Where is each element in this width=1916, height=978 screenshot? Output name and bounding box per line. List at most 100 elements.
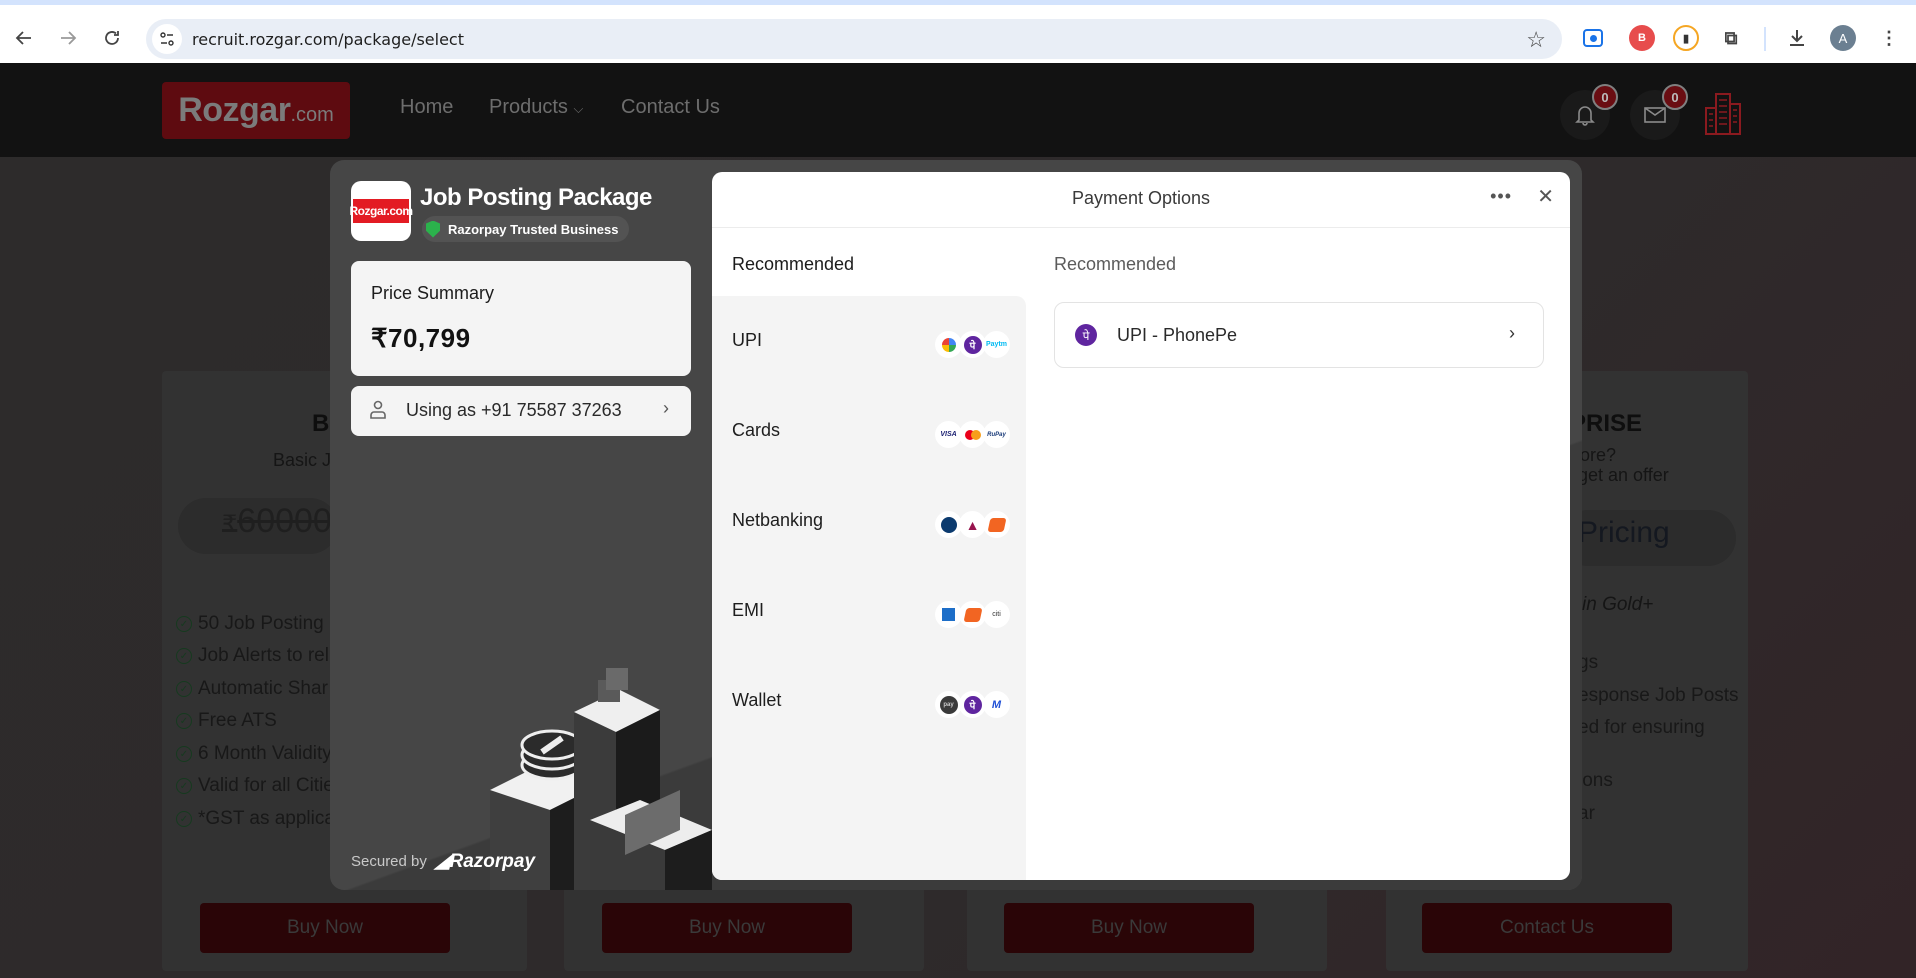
user-contact-text: Using as +91 75587 37263 (406, 400, 622, 420)
bank-of-baroda-icon (983, 511, 1010, 538)
bookmark-star-icon[interactable]: ☆ (1526, 27, 1546, 53)
method-logos: citi (935, 601, 1010, 628)
nav-products[interactable]: Products ⌵ (489, 96, 583, 119)
feature-text: Free ATS (198, 710, 277, 731)
toolbar-separator (1764, 27, 1766, 51)
nav-contact-us[interactable]: Contact Us (621, 96, 720, 119)
contact-us-button[interactable]: Contact Us (1422, 903, 1672, 953)
buy-now-button-basic[interactable]: Buy Now (200, 903, 450, 953)
chevron-right-icon: › (1509, 323, 1515, 343)
method-logos: VISA RuPay (935, 421, 1010, 448)
profile-avatar[interactable]: A (1830, 25, 1856, 51)
method-logos: ▲ (935, 511, 1010, 538)
method-cards[interactable]: Cards VISA RuPay (712, 386, 1026, 476)
strike-price-basic: ₹60000 (222, 502, 332, 541)
phonepe-icon: पे (959, 331, 986, 358)
bell-icon (1575, 106, 1595, 126)
secured-by-footer: Secured by ◢Razorpay (351, 850, 535, 873)
price-summary-label: Price Summary (371, 283, 495, 303)
payment-options-panel: Payment Options ••• ✕ Recommended UPI पे… (712, 172, 1570, 880)
method-emi[interactable]: EMI citi (712, 566, 1026, 656)
nav-products-label: Products (489, 96, 568, 118)
nav-home[interactable]: Home (400, 96, 453, 119)
paytm-icon: Paytm (983, 331, 1010, 358)
camera-extension-icon[interactable]: ▮ (1673, 25, 1699, 51)
method-netbanking[interactable]: Netbanking ▲ (712, 476, 1026, 566)
check-circle-icon: ✓ (176, 746, 192, 762)
axis-bank-icon: ▲ (959, 511, 986, 538)
feature-text: Automatic Shar (198, 678, 328, 699)
arrow-left-icon (15, 31, 31, 45)
enterprise-note: in Gold+ (1582, 594, 1654, 615)
browser-menu-icon[interactable]: ⋮ (1876, 25, 1902, 51)
icici-bank-icon (935, 511, 962, 538)
download-icon[interactable] (1784, 25, 1810, 51)
method-label: Netbanking (732, 510, 824, 530)
feature-text: ed for ensuring (1578, 717, 1705, 738)
back-button[interactable] (8, 22, 40, 54)
messages-button[interactable]: 0 (1630, 84, 1688, 140)
mastercard-icon (959, 421, 986, 448)
browser-toolbar: recruit.rozgar.com/package/select ☆ B ▮ … (0, 5, 1916, 63)
price-summary-card: Price Summary ₹70,799 (351, 261, 691, 376)
razorpay-brand: ◢Razorpay (434, 851, 536, 872)
phonepe-icon: पे (959, 691, 986, 718)
method-label: UPI (732, 330, 763, 350)
forward-button[interactable] (52, 22, 84, 54)
feature-item: ✓ Free ATS (176, 710, 277, 732)
buy-now-button-2[interactable]: Buy Now (602, 903, 852, 953)
bank-of-baroda-icon (959, 601, 986, 628)
close-icon[interactable]: ✕ (1537, 184, 1554, 209)
feature-text: Job Alerts to rel (198, 645, 329, 666)
reload-icon (105, 31, 119, 45)
google-pay-icon (935, 331, 962, 358)
recommended-upi-phonepe[interactable]: पे UPI - PhonePe › (1054, 302, 1544, 368)
mail-icon (1644, 107, 1666, 123)
phonepe-icon: पे (1075, 324, 1097, 346)
plan-subtitle-basic: Basic J (273, 450, 332, 470)
price-amount: ₹70,799 (371, 323, 471, 353)
recommended-section-label: Recommended (1054, 254, 1177, 274)
secured-by-label: Secured by (351, 853, 427, 870)
screen-capture-extension-icon[interactable] (1583, 29, 1603, 47)
buy-now-button-3[interactable]: Buy Now (1004, 903, 1254, 953)
recommended-item-label: UPI - PhonePe (1117, 325, 1238, 345)
user-icon (370, 400, 386, 419)
razorpay-brand-text: Razorpay (449, 851, 536, 872)
more-options-icon[interactable]: ••• (1490, 186, 1512, 207)
shield-icon (426, 220, 440, 238)
logo-suffix-text: .com (290, 104, 334, 126)
extensions-puzzle-icon[interactable]: ⧉ (1718, 25, 1744, 51)
method-upi[interactable]: UPI पे Paytm (712, 296, 1026, 386)
address-bar[interactable]: recruit.rozgar.com/package/select ☆ (146, 19, 1562, 59)
check-circle-icon: ✓ (176, 811, 192, 827)
method-logos: पे Paytm (935, 331, 1010, 358)
reload-button[interactable] (96, 22, 128, 54)
check-circle-icon: ✓ (176, 648, 192, 664)
bonus-extension-icon[interactable]: B (1629, 25, 1655, 51)
check-circle-icon: ✓ (176, 713, 192, 729)
company-profile-button[interactable] (1700, 88, 1750, 142)
feature-item: ✓ Automatic Shar (176, 678, 328, 700)
site-logo[interactable]: Rozgar .com (162, 82, 350, 139)
method-label: EMI (732, 600, 765, 620)
payment-methods-list: UPI पे Paytm Cards VISA RuPay Netbanking (712, 296, 1026, 880)
feature-item: ✓ Valid for all Citie (176, 775, 334, 797)
notifications-button[interactable]: 0 (1560, 84, 1618, 140)
feature-text: ions (1578, 770, 1613, 791)
method-wallet[interactable]: Wallet pay पे M (712, 656, 1026, 746)
plan-subtitle-enterprise-2: get an offer (1578, 465, 1669, 485)
site-info-button[interactable] (152, 24, 182, 54)
feature-item: ✓ 6 Month Validity (176, 743, 332, 765)
notifications-badge: 0 (1592, 84, 1618, 110)
site-header: Rozgar .com Home Products ⌵ Contact Us 0 … (0, 63, 1916, 157)
tune-icon (160, 32, 174, 46)
feature-text: esponse Job Posts (1578, 685, 1739, 706)
method-label: Wallet (732, 690, 782, 710)
feature-text: *GST as applica (198, 808, 335, 829)
user-contact-button[interactable]: Using as +91 75587 37263 › (351, 386, 691, 436)
payment-options-title: Payment Options (1071, 188, 1211, 208)
method-logos: pay पे M (935, 691, 1010, 718)
arrow-right-icon (61, 31, 77, 45)
url-text[interactable]: recruit.rozgar.com/package/select (192, 30, 464, 49)
